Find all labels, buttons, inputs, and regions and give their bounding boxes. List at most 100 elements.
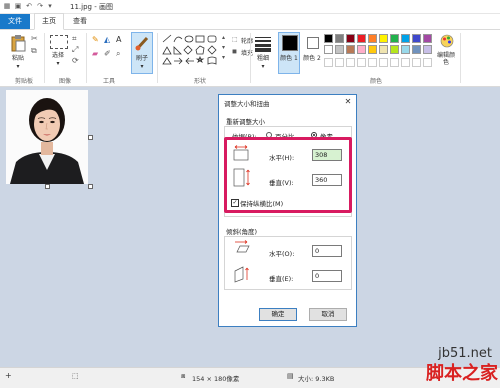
close-icon[interactable]: ✕ — [343, 96, 353, 107]
text-icon[interactable]: A — [116, 35, 121, 44]
palette-swatch[interactable] — [346, 34, 355, 43]
resize-handle-bottom[interactable] — [45, 184, 50, 189]
redo-icon[interactable]: ↷ — [36, 2, 44, 10]
shapes-scroll-up-icon[interactable]: ▴ — [222, 34, 225, 41]
image-size-icon: ⧈ — [181, 372, 186, 380]
watermark-logo: 脚本之家 — [426, 363, 498, 384]
palette-swatch[interactable] — [368, 34, 377, 43]
select-dropdown-icon[interactable]: ▾ — [54, 60, 62, 67]
dialog-title-bar: 调整大小和扭曲 ✕ — [219, 95, 356, 109]
window-title: 11.jpg - 画图 — [70, 3, 113, 11]
ok-button[interactable]: 确定 — [259, 308, 297, 321]
save-icon[interactable]: ▣ — [14, 2, 22, 10]
brush-icon — [135, 36, 149, 51]
brushes-label: 刷子 — [135, 55, 148, 62]
skew-horizontal-input[interactable]: 0 — [312, 245, 342, 257]
rotate-icon[interactable]: ⟳ — [72, 56, 79, 65]
portrait-image[interactable] — [6, 90, 88, 184]
palette-swatch[interactable] — [357, 45, 366, 54]
ribbon-separator — [250, 33, 251, 83]
skew-horizontal-icon — [235, 240, 250, 253]
palette-swatch[interactable] — [335, 34, 344, 43]
copy-icon[interactable]: ⧉ — [31, 46, 37, 56]
status-bar: + ⬚ ⧈ 154 × 180像素 ▤ 大小: 9.3KB — [0, 367, 500, 388]
add-icon: + — [5, 371, 12, 380]
palette-swatch[interactable] — [346, 45, 355, 54]
ribbon: 粘贴 ▾ ✂ ⧉ 剪贴板 选择 ▾ ⌗ ⤢ ⟳ 图像 ✎ ◭ A ▰ ✐ ⌕ 工… — [0, 30, 500, 87]
shapes-group-label: 形状 — [193, 78, 206, 85]
palette-swatch[interactable] — [357, 34, 366, 43]
brushes-dropdown-icon: ▾ — [140, 63, 144, 70]
palette-swatch[interactable] — [423, 34, 432, 43]
select-icon[interactable] — [50, 35, 68, 49]
shapes-scroll-down-icon[interactable]: ▾ — [222, 44, 225, 51]
palette-swatch[interactable] — [412, 34, 421, 43]
fill-label[interactable]: 填充 — [241, 48, 253, 57]
magnifier-icon[interactable]: ⌕ — [116, 49, 120, 59]
tools-group-label: 工具 — [102, 78, 115, 85]
palette-swatch[interactable] — [390, 34, 399, 43]
ribbon-separator — [460, 33, 461, 83]
skew-horizontal-label: 水平(O): — [269, 250, 295, 258]
palette-swatch[interactable] — [423, 45, 432, 54]
color-palette[interactable] — [324, 34, 436, 58]
select-label: 选择 — [51, 52, 64, 59]
paste-label: 粘贴 — [11, 55, 24, 62]
fill-shape-icon: ◼ — [232, 48, 237, 55]
palette-swatch[interactable] — [335, 45, 344, 54]
palette-swatch[interactable] — [401, 45, 410, 54]
custom-colors-row — [324, 58, 436, 67]
palette-swatch[interactable] — [324, 45, 333, 54]
portrait-drawing — [6, 90, 88, 184]
outline-icon: ⬚ — [232, 36, 238, 43]
color2-swatch[interactable] — [307, 37, 319, 49]
paint-app-icon: ▦ — [3, 2, 11, 10]
palette-swatch[interactable] — [390, 45, 399, 54]
fill-icon[interactable]: ◭ — [104, 35, 110, 44]
palette-swatch[interactable] — [379, 34, 388, 43]
eraser-icon[interactable]: ▰ — [92, 49, 98, 58]
ribbon-separator — [157, 33, 158, 83]
palette-swatch[interactable] — [379, 45, 388, 54]
colors-group-label: 颜色 — [369, 78, 382, 85]
skew-vertical-input[interactable]: 0 — [312, 270, 342, 282]
outline-label[interactable]: 轮廓 — [241, 36, 253, 45]
tab-file[interactable]: 文件 — [0, 14, 30, 29]
color1-label: 颜色 1 — [280, 55, 298, 62]
palette-swatch[interactable] — [401, 34, 410, 43]
size-icon[interactable] — [255, 35, 271, 52]
palette-swatch[interactable] — [368, 45, 377, 54]
paste-icon[interactable] — [10, 34, 26, 52]
cut-icon[interactable]: ✂ — [31, 34, 38, 43]
resize-handle-right[interactable] — [88, 135, 93, 140]
resize-icon[interactable]: ⤢ — [72, 45, 78, 55]
tab-view[interactable]: 查看 — [66, 14, 94, 29]
crop-icon[interactable]: ⌗ — [72, 34, 77, 44]
shapes-more-icon[interactable]: ▾ — [222, 54, 225, 61]
size-dropdown-icon: ▾ — [261, 63, 265, 70]
image-group-label: 图像 — [58, 78, 71, 85]
cancel-button[interactable]: 取消 — [309, 308, 347, 321]
edit-colors-label: 编辑颜色 — [436, 52, 455, 66]
shapes-gallery[interactable] — [162, 34, 220, 68]
color1-swatch — [282, 35, 298, 51]
color2-label: 颜色 2 — [303, 55, 321, 62]
undo-icon[interactable]: ↶ — [25, 2, 33, 10]
skew-section-title: 倾斜(角度) — [226, 228, 258, 236]
pencil-icon[interactable]: ✎ — [92, 35, 99, 44]
palette-swatch[interactable] — [324, 34, 333, 43]
color-picker-icon[interactable]: ✐ — [104, 49, 111, 58]
edit-colors-icon[interactable] — [440, 34, 454, 48]
ribbon-separator — [86, 33, 87, 83]
palette-swatch[interactable] — [412, 45, 421, 54]
skew-vertical-icon — [234, 266, 249, 283]
title-bar: ▦ ▣ ↶ ↷ ▾ 11.jpg - 画图 — [0, 0, 500, 14]
customize-quick-access-icon[interactable]: ▾ — [46, 2, 54, 10]
clipboard-group-label: 剪贴板 — [14, 78, 33, 85]
tab-home[interactable]: 主页 — [34, 13, 64, 30]
ribbon-separator — [44, 33, 45, 83]
selection-icon: ⬚ — [72, 372, 79, 380]
paste-dropdown-icon[interactable]: ▾ — [14, 63, 22, 70]
resize-section-title: 重新调整大小 — [226, 118, 265, 126]
resize-handle-corner[interactable] — [88, 184, 93, 189]
